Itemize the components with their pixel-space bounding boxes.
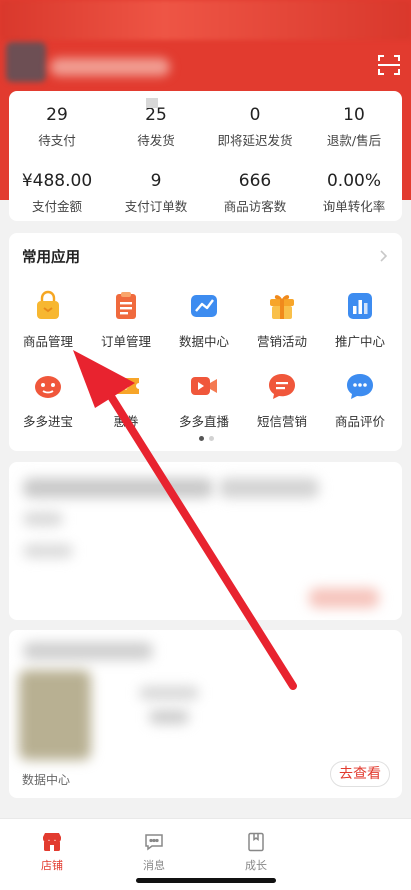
stat-label: 支付订单数 — [124, 199, 188, 214]
stat-label: 商品访客数 — [223, 199, 287, 214]
coupon-icon: ¥ — [113, 378, 139, 394]
stat-label: 待发货 — [137, 133, 175, 148]
app-product-management[interactable]: 商品管理 — [9, 290, 87, 350]
stat-marker — [146, 98, 158, 108]
status-bar-blurred — [0, 0, 411, 40]
stat-pending-shipment[interactable]: 25 待发货 — [107, 103, 205, 149]
nav-item-growth[interactable]: 成长 — [226, 831, 286, 873]
app-sms-marketing[interactable]: 短信营销 — [243, 370, 321, 430]
stat-value: 9 — [150, 171, 162, 191]
app-label: 惠券 — [113, 414, 139, 429]
app-duoduo-jinbao[interactable]: 多多进宝 — [9, 370, 87, 430]
store-avatar[interactable] — [6, 42, 46, 82]
stat-value: 666 — [238, 171, 272, 191]
app-label: 推广中心 — [334, 334, 385, 349]
order-list-icon — [116, 292, 136, 319]
stat-label: 询单转化率 — [322, 199, 386, 214]
stat-value: 0 — [249, 105, 261, 125]
stat-delayed-shipment[interactable]: 0 即将延迟发货 — [206, 103, 304, 149]
app-label: 商品管理 — [22, 334, 73, 349]
app-marketing-activities[interactable]: 营销活动 — [243, 290, 321, 350]
video-camera-icon — [191, 377, 217, 395]
store-icon — [43, 833, 61, 851]
stat-value: 29 — [46, 105, 68, 125]
app-label: 营销活动 — [256, 334, 307, 349]
stat-payment-amount[interactable]: ¥488.00 支付金额 — [8, 169, 106, 215]
piggy-icon — [35, 376, 61, 398]
nav-item-store[interactable]: 店铺 — [22, 831, 82, 873]
blurred-content-card — [9, 462, 402, 620]
page-dot — [209, 436, 214, 441]
stat-value: 0.00% — [326, 171, 381, 191]
stat-label: 支付金额 — [31, 199, 82, 214]
svg-text:¥: ¥ — [123, 383, 129, 393]
scan-icon — [378, 55, 400, 75]
app-label: 多多直播 — [178, 414, 229, 429]
stat-label: 待支付 — [38, 133, 76, 148]
message-icon — [145, 834, 163, 851]
nav-item-messages[interactable]: 消息 — [124, 831, 184, 873]
bar-chart-icon — [348, 293, 372, 319]
nav-label: 消息 — [143, 859, 165, 872]
data-center-card: 数据中心 去查看 — [9, 630, 402, 798]
page-dot-active — [199, 436, 204, 441]
store-name-blurred — [50, 58, 170, 76]
common-apps-card: 常用应用 商品管理 订单管理 数据中心 营销活动 推广中心 多多进宝 ¥ 惠券 … — [9, 233, 402, 451]
go-view-button[interactable]: 去查看 — [330, 761, 390, 787]
chat-bubble-icon — [347, 374, 373, 399]
scan-button[interactable] — [376, 52, 402, 78]
nav-label: 店铺 — [41, 859, 63, 872]
app-label: 订单管理 — [100, 334, 151, 349]
gift-box-icon — [270, 295, 294, 319]
stat-pending-payment[interactable]: 29 待支付 — [8, 103, 106, 149]
app-product-reviews[interactable]: 商品评价 — [321, 370, 399, 430]
book-icon — [248, 832, 264, 852]
message-icon — [269, 374, 295, 399]
stat-value: ¥488.00 — [21, 171, 93, 191]
app-duoduo-live[interactable]: 多多直播 — [165, 370, 243, 430]
stats-card: 29 待支付 25 待发货 0 即将延迟发货 10 退款/售后 ¥488.00 … — [9, 91, 402, 221]
stat-product-visitors[interactable]: 666 商品访客数 — [206, 169, 304, 215]
common-apps-title: 常用应用 — [22, 250, 80, 266]
stat-label: 即将延迟发货 — [217, 133, 293, 148]
stat-value: 10 — [343, 105, 365, 125]
stat-paid-orders[interactable]: 9 支付订单数 — [107, 169, 205, 215]
app-label: 多多进宝 — [22, 414, 73, 429]
stat-label: 退款/售后 — [326, 133, 382, 148]
data-chart-icon — [191, 295, 217, 317]
shopping-bag-icon — [37, 290, 59, 319]
app-data-center[interactable]: 数据中心 — [165, 290, 243, 350]
app-promotion-center[interactable]: 推广中心 — [321, 290, 399, 350]
app-coupons[interactable]: ¥ 惠券 — [87, 370, 165, 430]
app-label: 短信营销 — [256, 414, 307, 429]
data-center-label: 数据中心 — [22, 773, 71, 787]
nav-label: 成长 — [245, 859, 267, 872]
stat-refund-aftersale[interactable]: 10 退款/售后 — [305, 103, 403, 149]
home-indicator — [136, 878, 276, 883]
stat-inquiry-conversion[interactable]: 0.00% 询单转化率 — [305, 169, 403, 215]
app-label: 数据中心 — [178, 334, 229, 349]
app-order-management[interactable]: 订单管理 — [87, 290, 165, 350]
chevron-right-icon[interactable] — [376, 248, 390, 262]
app-label: 商品评价 — [334, 414, 385, 429]
